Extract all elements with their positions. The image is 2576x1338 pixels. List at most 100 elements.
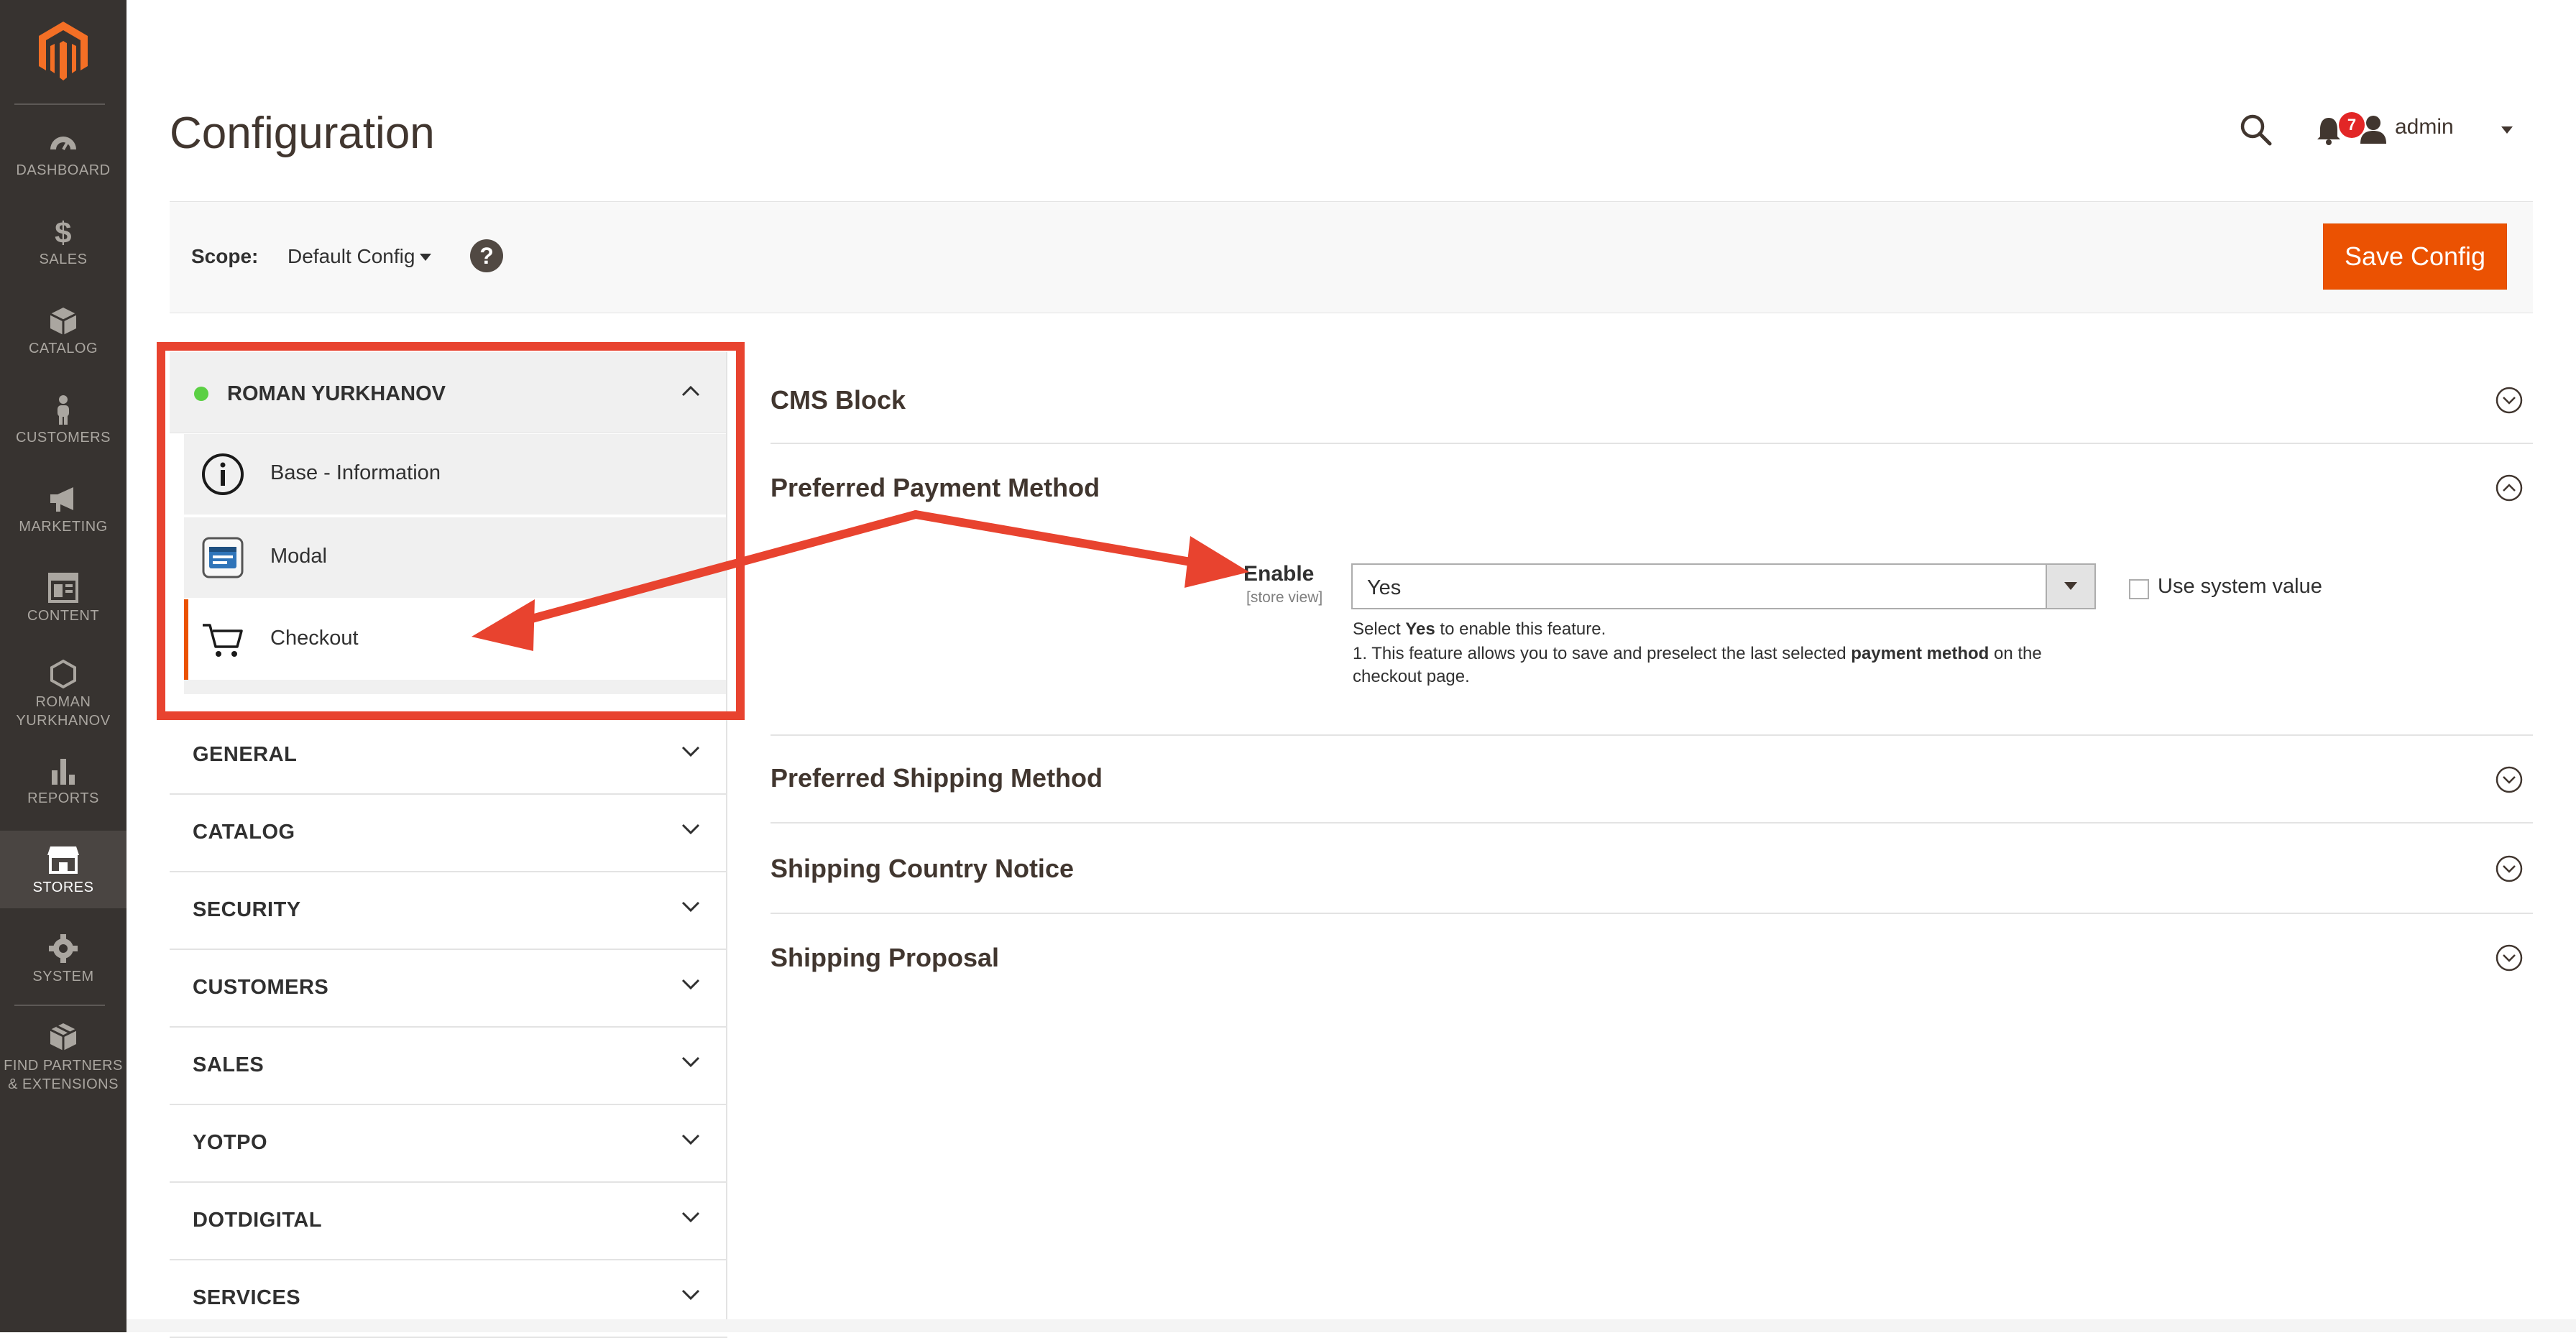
note-text: 1. This feature allows you to save and p… xyxy=(1353,644,1852,663)
annotation-highlight-box xyxy=(157,342,745,720)
tab-group-dotdigital[interactable]: DOTDIGITAL xyxy=(170,1183,727,1260)
menu-label: STORES xyxy=(32,880,94,895)
tab-group-label: DOTDIGITAL xyxy=(193,1209,323,1232)
menu-divider xyxy=(14,1005,105,1006)
chevron-down-icon xyxy=(681,1212,700,1223)
boxes-icon xyxy=(50,1023,77,1051)
menu-item-catalog[interactable]: CATALOG xyxy=(0,305,126,358)
field-scope-label: [store view] xyxy=(1246,589,1323,606)
section-shipping-country-notice[interactable]: Shipping Country Notice xyxy=(770,823,2533,914)
save-config-button[interactable]: Save Config xyxy=(2323,223,2507,290)
menu-item-system[interactable]: SYSTEM xyxy=(0,933,126,986)
tab-group-label: CATALOG xyxy=(193,821,295,844)
admin-username: admin xyxy=(2395,115,2454,139)
section-preferred-shipping-method[interactable]: Preferred Shipping Method xyxy=(770,734,2533,823)
menu-label-line1: ROMAN xyxy=(35,694,91,710)
magento-logo-icon[interactable] xyxy=(36,20,91,82)
expand-circle-icon[interactable] xyxy=(2496,944,2523,972)
menu-item-stores[interactable]: STORES xyxy=(0,831,126,908)
admin-user-menu[interactable]: admin xyxy=(2395,115,2454,139)
menu-label: DASHBOARD xyxy=(16,162,111,178)
tab-group-label: SERVICES xyxy=(193,1286,301,1309)
megaphone-icon xyxy=(50,487,73,512)
use-system-value-checkbox[interactable] xyxy=(2129,579,2149,599)
scope-switcher[interactable]: Default Config xyxy=(288,245,415,268)
field-note-line1: Select Yes to enable this feature. xyxy=(1353,619,1606,640)
section-title[interactable]: Preferred Payment Method xyxy=(770,473,1100,503)
expand-circle-icon[interactable] xyxy=(2496,855,2523,882)
chevron-down-icon xyxy=(681,979,700,990)
section-title: Shipping Country Notice xyxy=(770,854,1074,883)
menu-item-customers[interactable]: CUSTOMERS xyxy=(0,394,126,447)
tab-group-customers[interactable]: CUSTOMERS xyxy=(170,950,727,1028)
dashboard-icon xyxy=(50,137,76,150)
section-title: CMS Block xyxy=(770,385,906,415)
tab-group-label: SALES xyxy=(193,1053,264,1076)
dollar-icon: $ xyxy=(55,216,72,247)
menu-label-line2: & EXTENSIONS xyxy=(8,1076,119,1092)
expand-circle-icon[interactable] xyxy=(2496,766,2523,793)
menu-item-reports[interactable]: REPORTS xyxy=(0,755,126,808)
bell-icon[interactable] xyxy=(2316,116,2342,145)
gear-icon xyxy=(49,934,78,963)
section-title: Preferred Shipping Method xyxy=(770,763,1103,793)
section-shipping-proposal[interactable]: Shipping Proposal xyxy=(770,914,2533,1000)
expand-circle-icon[interactable] xyxy=(2496,387,2523,414)
select-arrow-button[interactable] xyxy=(2046,565,2094,608)
hexagon-icon xyxy=(50,659,76,689)
tab-group-sales[interactable]: SALES xyxy=(170,1028,727,1105)
admin-menu: DASHBOARD $ SALES CATALOG CUSTOMERS MARK… xyxy=(0,0,126,1332)
menu-label: CONTENT xyxy=(27,608,100,624)
person-icon xyxy=(58,395,69,425)
section-title: Shipping Proposal xyxy=(770,943,1000,972)
field-note-line3: checkout page. xyxy=(1353,667,1470,686)
search-icon[interactable] xyxy=(2240,114,2273,147)
chevron-down-icon xyxy=(681,901,700,913)
scope-dropdown-caret-icon[interactable] xyxy=(420,254,431,261)
store-icon xyxy=(47,846,79,874)
menu-label: CATALOG xyxy=(28,341,98,356)
tab-group-label: SECURITY xyxy=(193,898,301,921)
menu-label: CUSTOMERS xyxy=(16,430,111,446)
page-title: Configuration xyxy=(170,109,435,158)
chevron-down-icon xyxy=(681,1056,700,1068)
tab-group-label: YOTPO xyxy=(193,1131,268,1154)
chevron-down-icon xyxy=(681,746,700,757)
menu-divider xyxy=(14,103,105,105)
menu-item-marketing[interactable]: MARKETING xyxy=(0,483,126,536)
tab-group-yotpo[interactable]: YOTPO xyxy=(170,1105,727,1183)
menu-label-line2: YURKHANOV xyxy=(16,713,111,729)
menu-label: MARKETING xyxy=(19,519,108,535)
cube-icon xyxy=(50,308,77,335)
note-bold: Yes xyxy=(1405,619,1435,639)
note-text: Select xyxy=(1353,619,1406,639)
content-icon xyxy=(48,573,78,603)
tab-group-label: CUSTOMERS xyxy=(193,976,329,999)
scope-help-icon[interactable]: ? xyxy=(470,239,503,272)
note-text: to enable this feature. xyxy=(1435,619,1606,639)
tab-group-catalog[interactable]: CATALOG xyxy=(170,795,727,872)
menu-item-roman-yurkhanov[interactable]: ROMAN YURKHANOV xyxy=(0,658,126,730)
menu-item-dashboard[interactable]: DASHBOARD xyxy=(0,126,126,180)
svg-text:$: $ xyxy=(55,216,72,247)
chevron-down-icon xyxy=(681,1289,700,1301)
scope-bar: Scope: Default Config ? Save Config xyxy=(170,201,2533,313)
enable-select-value: Yes xyxy=(1367,576,1402,599)
horizontal-scrollbar[interactable] xyxy=(126,1319,2576,1332)
use-system-value-label[interactable]: Use system value xyxy=(2158,575,2322,599)
menu-label-line1: FIND PARTNERS xyxy=(4,1058,123,1074)
menu-item-sales[interactable]: $ SALES xyxy=(0,216,126,269)
note-text: on the xyxy=(1989,644,2042,663)
enable-select[interactable]: Yes xyxy=(1351,563,2096,609)
menu-item-content[interactable]: CONTENT xyxy=(0,572,126,625)
menu-label: SYSTEM xyxy=(32,969,94,984)
tab-group-security[interactable]: SECURITY xyxy=(170,872,727,950)
user-icon[interactable] xyxy=(2359,115,2388,144)
section-cms-block[interactable]: CMS Block xyxy=(770,366,2533,444)
menu-item-find-partners[interactable]: FIND PARTNERS & EXTENSIONS xyxy=(0,1022,126,1094)
tab-group-label: GENERAL xyxy=(193,743,298,766)
tab-group-general[interactable]: GENERAL xyxy=(170,717,727,795)
enable-field-label: Enable xyxy=(1243,562,1315,586)
collapse-circle-icon[interactable] xyxy=(2496,474,2523,502)
user-dropdown-caret-icon[interactable] xyxy=(2501,126,2513,134)
